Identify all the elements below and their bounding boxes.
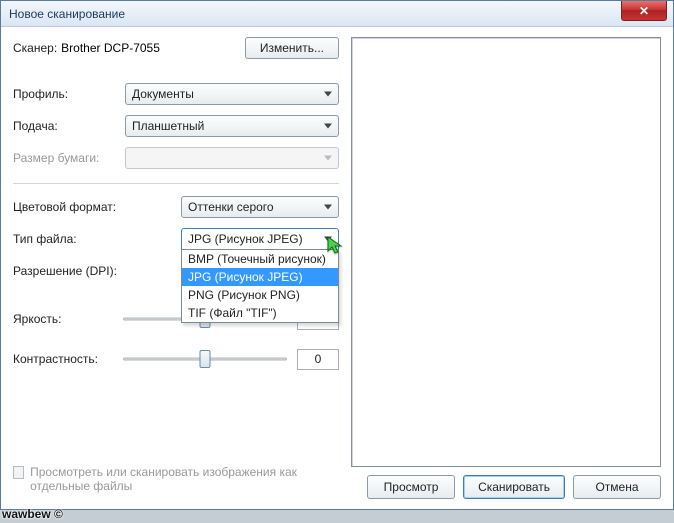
dpi-label: Разрешение (DPI): (13, 264, 181, 278)
filetype-dropdown: BMP (Точечный рисунок) JPG (Рисунок JPEG… (181, 249, 339, 323)
change-scanner-button[interactable]: Изменить... (245, 37, 339, 59)
slider-thumb[interactable] (200, 350, 211, 368)
color-label: Цветовой формат: (13, 200, 181, 214)
paper-combo (125, 147, 339, 169)
scanner-name: Brother DCP-7055 (61, 41, 160, 55)
brightness-label: Яркость: (13, 312, 123, 326)
preview-separate-checkbox (13, 466, 24, 479)
titlebar: Новое сканирование ✕ (1, 1, 673, 27)
close-button[interactable]: ✕ (621, 1, 667, 21)
profile-combo[interactable]: Документы (125, 83, 339, 105)
filetype-option[interactable]: PNG (Рисунок PNG) (182, 286, 338, 304)
preview-separate-row: Просмотреть или сканировать изображения … (13, 465, 339, 499)
contrast-label: Контрастность: (13, 352, 123, 366)
cancel-button[interactable]: Отмена (573, 475, 661, 499)
filetype-combo[interactable]: JPG (Рисунок JPEG) BMP (Точечный рисунок… (181, 228, 339, 250)
chevron-down-icon (324, 205, 332, 210)
scan-dialog: Новое сканирование ✕ Сканер: Brother DCP… (0, 0, 674, 510)
color-combo[interactable]: Оттенки серого (181, 196, 339, 218)
chevron-down-icon (324, 124, 332, 129)
filetype-option[interactable]: BMP (Точечный рисунок) (182, 250, 338, 268)
profile-value: Документы (132, 87, 194, 101)
profile-label: Профиль: (13, 87, 125, 101)
filetype-option[interactable]: JPG (Рисунок JPEG) (182, 268, 338, 286)
preview-button[interactable]: Просмотр (367, 475, 455, 499)
chevron-down-icon (324, 92, 332, 97)
scan-button[interactable]: Сканировать (463, 475, 565, 499)
watermark: wawbew © (2, 507, 63, 521)
settings-panel: Сканер: Brother DCP-7055 Изменить... Про… (13, 37, 339, 499)
window-title: Новое сканирование (9, 7, 125, 21)
feed-value: Планшетный (132, 119, 204, 133)
filetype-label: Тип файла: (13, 232, 181, 246)
filetype-option[interactable]: TIF (Файл "TIF") (182, 304, 338, 322)
filetype-value: JPG (Рисунок JPEG) (188, 232, 303, 246)
contrast-value[interactable]: 0 (297, 349, 339, 370)
contrast-slider[interactable] (123, 348, 287, 370)
feed-label: Подача: (13, 119, 125, 133)
separator (13, 183, 339, 184)
chevron-down-icon (324, 237, 332, 242)
dialog-footer: Просмотр Сканировать Отмена (351, 475, 661, 499)
feed-combo[interactable]: Планшетный (125, 115, 339, 137)
preview-separate-label: Просмотреть или сканировать изображения … (30, 465, 339, 493)
preview-area (351, 37, 661, 467)
color-value: Оттенки серого (188, 200, 274, 214)
close-icon: ✕ (639, 4, 649, 18)
scanner-label: Сканер: (13, 41, 57, 55)
chevron-down-icon (324, 156, 332, 161)
paper-label: Размер бумаги: (13, 151, 125, 165)
